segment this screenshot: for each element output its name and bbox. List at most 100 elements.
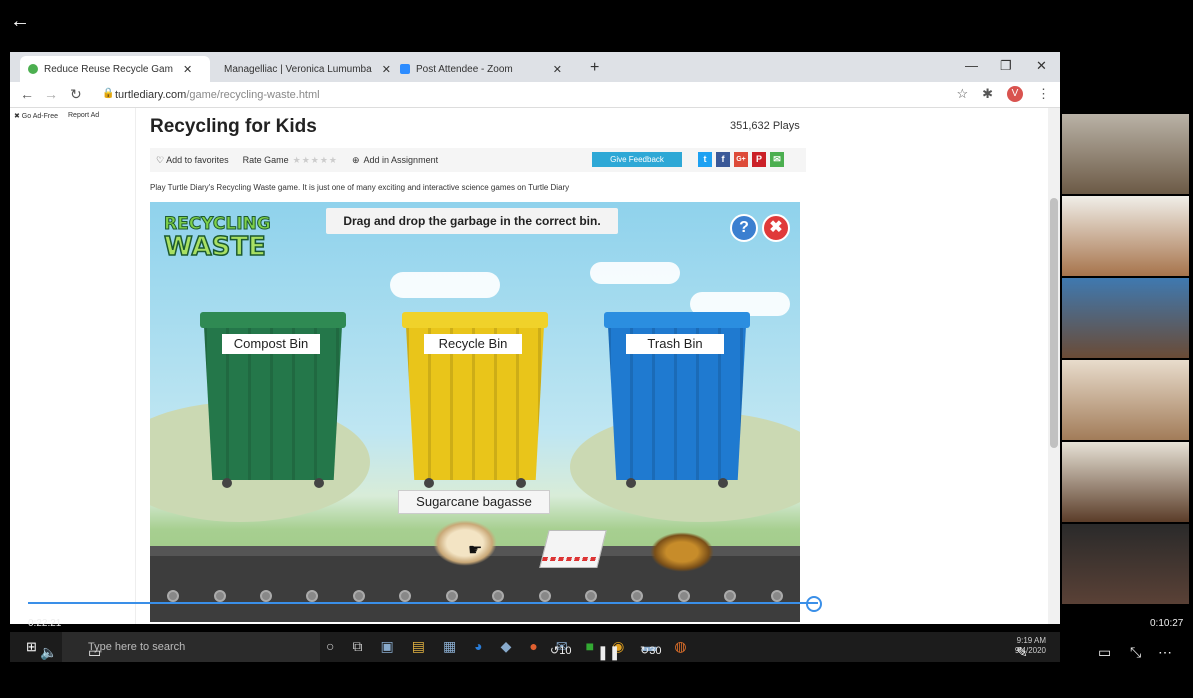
scroll-thumb[interactable] — [1050, 198, 1058, 448]
firefox-icon[interactable]: ◍ — [674, 638, 686, 655]
back-icon[interactable]: ← — [20, 86, 34, 102]
forward-button[interactable]: ↻30 — [640, 644, 661, 657]
gear-icon — [538, 590, 551, 602]
new-tab-icon[interactable]: + — [590, 59, 599, 77]
tab-recycling-game[interactable]: Reduce Reuse Recycle Gam ✕ — [20, 56, 210, 82]
rewind-button[interactable]: ↺10 — [550, 644, 571, 657]
gear-icon — [677, 590, 690, 602]
menu-icon[interactable]: ⋮ — [1037, 86, 1050, 102]
gear-icon — [585, 590, 597, 602]
app-icon[interactable]: ● — [529, 638, 537, 655]
edge-icon[interactable]: ◕ — [474, 638, 482, 655]
twitter-icon[interactable]: t — [698, 152, 712, 167]
app-icon[interactable]: ■ — [586, 638, 594, 655]
gear-icon — [399, 590, 412, 602]
url-host: turtlediary.com — [115, 89, 187, 101]
minimize-icon[interactable]: — — [965, 58, 978, 73]
game-instruction: Drag and drop the garbage in the correct… — [326, 208, 618, 234]
participant-video[interactable] — [1062, 442, 1189, 522]
compost-bin-label: Compost Bin — [222, 334, 320, 354]
back-arrow-icon[interactable]: ← — [10, 10, 30, 33]
participant-video[interactable] — [1062, 114, 1189, 194]
compost-bin[interactable]: Compost Bin — [200, 312, 346, 488]
give-feedback-button[interactable]: Give Feedback — [592, 152, 682, 167]
gear-icon — [492, 590, 505, 602]
gear-icon — [352, 590, 365, 602]
taskbar-apps: ○ ⧉ ▣ ▤ ▦ ◕ ◆ ● ✉ ■ ◉ ▬ ◍ — [326, 638, 687, 655]
url-field[interactable]: turtlediary.com/game/recycling-waste.htm… — [115, 89, 320, 101]
help-button[interactable]: ? — [730, 214, 758, 242]
pizza-box-item[interactable] — [539, 530, 607, 568]
tab-managelliac[interactable]: Managelliac | Veronica Lumumba ✕ — [210, 56, 391, 82]
tab-favicon-icon — [400, 64, 410, 74]
participant-video[interactable] — [1062, 196, 1189, 276]
game-logo-waste: WASTE — [163, 231, 266, 263]
pen-icon[interactable]: ✎ — [1016, 644, 1028, 661]
close-game-button[interactable]: ✖ — [762, 214, 790, 242]
forward-icon[interactable]: → — [44, 86, 58, 102]
wheel — [718, 478, 728, 488]
captions-icon[interactable]: ▭ — [88, 644, 101, 661]
task-view-icon[interactable]: ⧉ — [352, 638, 362, 655]
actions-bar: ♡ Add to favorites Rate Game ★★★★★ ⊕ Add… — [150, 148, 806, 172]
gear-icon — [306, 590, 319, 602]
screen: ← Reduce Reuse Recycle Gam ✕ Managelliac… — [0, 0, 1193, 698]
close-window-icon[interactable]: ✕ — [1036, 58, 1047, 74]
minimize-player-icon[interactable]: ⤡ — [1130, 644, 1141, 661]
tab-strip: Reduce Reuse Recycle Gam ✕ Managelliac |… — [10, 52, 1060, 82]
assignment-icon: ⊕ — [351, 154, 360, 165]
pinterest-icon[interactable]: P — [752, 152, 766, 167]
app-icon[interactable]: ◆ — [501, 638, 512, 655]
wheel — [516, 478, 526, 488]
participant-video[interactable] — [1062, 524, 1189, 604]
google-plus-icon[interactable]: G+ — [734, 152, 748, 167]
bin-lid — [200, 312, 346, 328]
close-tab-icon[interactable]: ✕ — [382, 63, 391, 76]
reload-icon[interactable]: ↻ — [70, 86, 82, 103]
app-icon[interactable]: ▣ — [380, 638, 393, 655]
bin-lid — [604, 312, 750, 328]
add-favorites-link[interactable]: ♡ Add to favorites — [156, 155, 229, 166]
report-ad-link[interactable]: Report Ad — [68, 112, 99, 620]
game-logo-recycling: RECYCLING — [164, 214, 272, 235]
web-page: ✖ Go Ad-Free Report Ad Recycling for Kid… — [10, 108, 1060, 624]
volume-icon[interactable]: 🔈 — [40, 644, 57, 661]
pause-icon[interactable]: ❚❚ — [597, 644, 620, 661]
file-explorer-icon[interactable]: ▤ — [412, 638, 425, 655]
elapsed-time: 0:22:21 — [28, 618, 62, 629]
rating-stars[interactable]: ★★★★★ — [293, 155, 338, 166]
video-progress-bar[interactable] — [28, 602, 818, 604]
sugarcane-bagasse-item[interactable] — [433, 520, 497, 566]
plays-count: 351,632 Plays — [730, 120, 800, 132]
page-scrollbar[interactable] — [1048, 108, 1060, 624]
bookmark-star-icon[interactable]: ☆ — [956, 86, 968, 102]
more-options-icon[interactable]: ⋯ — [1158, 644, 1172, 661]
cloud — [590, 262, 680, 284]
store-icon[interactable]: ▦ — [443, 638, 456, 655]
close-tab-icon[interactable]: ✕ — [183, 63, 192, 76]
extensions-icon[interactable]: ✱ — [982, 86, 993, 102]
participant-video[interactable] — [1062, 360, 1189, 440]
video-progress-knob[interactable] — [806, 596, 822, 612]
facebook-icon[interactable]: f — [716, 152, 730, 167]
recycle-bin[interactable]: Recycle Bin — [402, 312, 548, 488]
participant-video[interactable] — [1062, 278, 1189, 358]
peanut-shells-item[interactable] — [650, 532, 714, 572]
profile-avatar[interactable]: V — [1007, 86, 1023, 102]
email-icon[interactable]: ✉ — [770, 152, 784, 167]
item-tooltip: Sugarcane bagasse — [398, 490, 550, 514]
go-ad-free-link[interactable]: ✖ Go Ad-Free — [14, 112, 58, 620]
trash-bin[interactable]: Trash Bin — [604, 312, 750, 488]
page-title: Recycling for Kids — [150, 116, 317, 137]
windows-start-icon[interactable]: ⊞ — [26, 639, 37, 655]
add-assignment-link[interactable]: Add in Assignment — [364, 155, 439, 165]
close-tab-icon[interactable]: ✕ — [553, 63, 562, 76]
cortana-icon[interactable]: ○ — [326, 638, 334, 655]
game-canvas[interactable]: RECYCLING WASTE Drag and drop the garbag… — [150, 202, 800, 622]
rewind-seconds: 10 — [559, 645, 572, 657]
restore-icon[interactable]: ❐ — [1000, 58, 1012, 74]
picture-in-picture-icon[interactable]: ▭ — [1098, 644, 1111, 661]
tab-label: Managelliac | Veronica Lumumba — [224, 63, 372, 75]
tab-label: Post Attendee - Zoom — [416, 63, 513, 75]
tab-zoom[interactable]: Post Attendee - Zoom ✕ — [392, 56, 582, 82]
